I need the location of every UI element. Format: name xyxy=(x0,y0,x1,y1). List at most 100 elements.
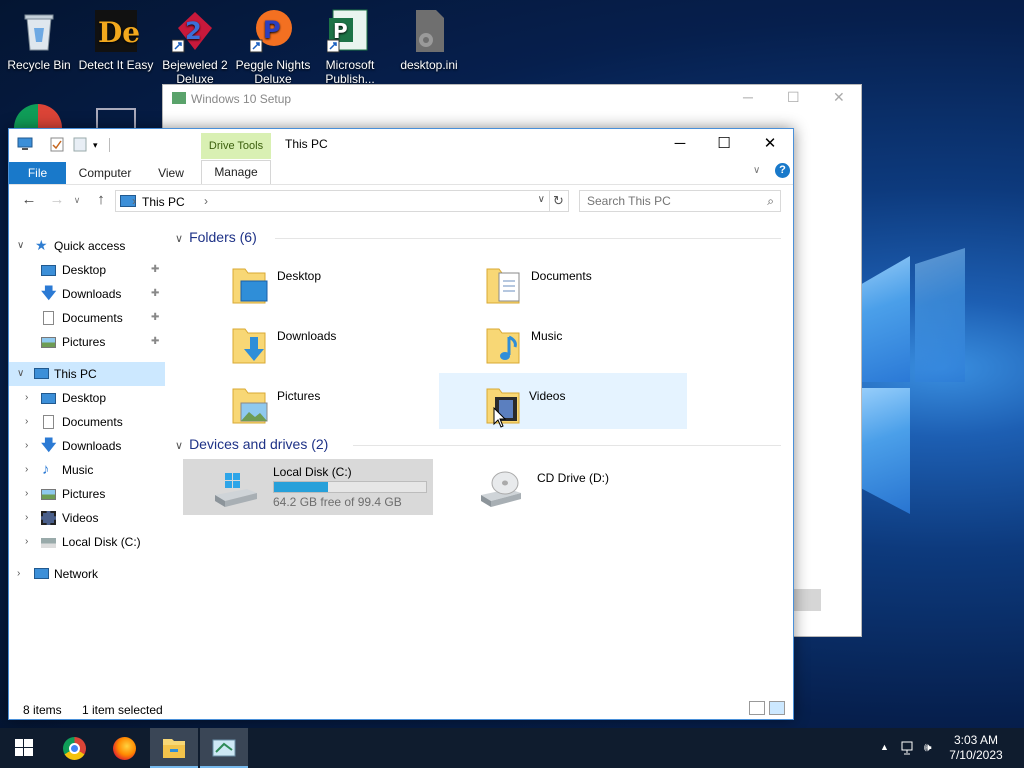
taskbar-chrome[interactable] xyxy=(50,728,98,768)
clock[interactable]: 3:03 AM 7/10/2023 xyxy=(944,733,1008,763)
svg-text:P: P xyxy=(333,19,348,43)
taskbar-windows-setup[interactable] xyxy=(200,728,248,768)
properties-icon[interactable] xyxy=(49,136,65,154)
setup-minimize-button[interactable]: ─ xyxy=(743,89,753,105)
expand-icon[interactable]: › xyxy=(25,530,28,554)
devices-divider xyxy=(353,445,781,446)
devices-group-header[interactable]: ∨ Devices and drives (2) xyxy=(175,436,328,452)
hard-drive-icon xyxy=(41,538,56,548)
expand-icon[interactable]: › xyxy=(25,434,28,458)
volume-icon[interactable]: 🕪 xyxy=(924,740,932,755)
address-bar[interactable]: This PC › › ∨ xyxy=(115,190,550,212)
clock-time: 3:03 AM xyxy=(953,733,999,747)
setup-close-button[interactable]: ✕ xyxy=(833,89,845,106)
start-button[interactable] xyxy=(0,728,48,768)
nav-pc-downloads[interactable]: › 🡇 Downloads xyxy=(9,434,165,458)
pin-icon[interactable]: ✚ xyxy=(151,330,159,354)
nav-network[interactable]: › Network xyxy=(9,562,165,586)
desktop-icon-desktop-ini[interactable]: desktop.ini xyxy=(391,8,467,72)
expand-icon[interactable]: › xyxy=(25,458,28,482)
taskbar-file-explorer[interactable] xyxy=(150,728,198,768)
nav-quick-desktop[interactable]: Desktop ✚ xyxy=(9,258,165,282)
new-folder-icon[interactable] xyxy=(73,136,87,154)
nav-quick-documents[interactable]: Documents ✚ xyxy=(9,306,165,330)
collapse-icon[interactable]: ∨ xyxy=(17,362,24,386)
expand-icon[interactable]: › xyxy=(25,410,28,434)
collapse-icon[interactable]: ∨ xyxy=(175,440,183,452)
nav-pc-desktop[interactable]: › Desktop xyxy=(9,386,165,410)
expand-icon[interactable]: › xyxy=(25,386,28,410)
desktop-icon-publisher[interactable]: P Microsoft Publish... xyxy=(312,8,388,86)
recycle-bin-icon xyxy=(16,8,62,54)
tab-computer[interactable]: Computer xyxy=(71,162,139,184)
refresh-button[interactable]: ↻ xyxy=(549,190,569,212)
clock-date: 7/10/2023 xyxy=(949,748,1003,762)
nav-quick-pictures[interactable]: Pictures ✚ xyxy=(9,330,165,354)
folder-videos[interactable]: Videos xyxy=(439,373,687,429)
back-button[interactable]: ← xyxy=(19,189,39,211)
folder-documents[interactable]: Documents xyxy=(475,257,725,313)
desktop-icon-chrome-partial[interactable] xyxy=(14,104,62,128)
file-gear-icon xyxy=(406,8,452,54)
nav-pc-videos[interactable]: › Videos xyxy=(9,506,165,530)
expand-ribbon-icon[interactable]: ∨ xyxy=(753,165,760,176)
expand-icon[interactable]: › xyxy=(25,506,28,530)
collapse-icon[interactable]: ∨ xyxy=(17,234,24,258)
help-icon[interactable]: ? xyxy=(775,163,790,178)
taskbar-firefox[interactable] xyxy=(100,728,148,768)
folder-music[interactable]: Music xyxy=(475,317,725,373)
breadcrumb-separator-icon[interactable]: › xyxy=(204,194,208,208)
collapse-icon[interactable]: ∨ xyxy=(175,233,183,245)
tab-view[interactable]: View xyxy=(149,162,193,184)
tab-manage[interactable]: Manage xyxy=(201,160,271,184)
folder-desktop[interactable]: Desktop xyxy=(221,257,471,313)
address-dropdown-icon[interactable]: ∨ xyxy=(538,194,545,205)
search-box[interactable]: ⌕ xyxy=(579,190,781,212)
folders-group-header[interactable]: ∨ Folders (6) xyxy=(175,229,257,245)
show-hidden-icons-icon[interactable]: ▲ xyxy=(880,742,889,752)
detect-it-easy-icon: De xyxy=(93,8,140,54)
desktop-icon-partial[interactable] xyxy=(96,108,136,128)
search-input[interactable] xyxy=(580,191,750,211)
nav-pc-documents[interactable]: › Documents xyxy=(9,410,165,434)
details-view-icon[interactable] xyxy=(749,701,765,715)
download-arrow-icon: 🡇 xyxy=(41,437,57,454)
file-explorer-window[interactable]: ▾ Drive Tools This PC ─ ☐ ✕ File Compute… xyxy=(8,128,794,720)
folder-pictures[interactable]: Pictures xyxy=(221,377,471,433)
svg-text:P: P xyxy=(263,16,281,44)
expand-icon[interactable]: › xyxy=(25,482,28,506)
close-button[interactable]: ✕ xyxy=(747,133,793,155)
nav-quick-access[interactable]: ∨ ★ Quick access xyxy=(9,234,165,258)
expand-icon[interactable]: › xyxy=(17,562,20,586)
setup-button[interactable] xyxy=(793,589,821,611)
desktop-icon-recycle-bin[interactable]: Recycle Bin xyxy=(1,8,77,72)
setup-maximize-button[interactable]: ☐ xyxy=(787,89,800,106)
breadcrumb-first-separator-icon[interactable]: › xyxy=(132,194,136,208)
recent-dropdown[interactable]: ∨ xyxy=(67,189,87,211)
desktop-icon-detect-it-easy[interactable]: De Detect It Easy xyxy=(78,8,154,72)
qat-dropdown-icon[interactable]: ▾ xyxy=(93,136,103,154)
pin-icon[interactable]: ✚ xyxy=(151,306,159,330)
desktop-icon-peggle[interactable]: P Peggle Nights Deluxe xyxy=(235,8,311,86)
pin-icon[interactable]: ✚ xyxy=(151,282,159,306)
folders-divider xyxy=(275,238,781,239)
forward-button[interactable]: → xyxy=(47,189,67,211)
drive-local-disk-c[interactable]: Local Disk (C:) 64.2 GB free of 99.4 GB xyxy=(183,459,433,515)
nav-pc-local-disk[interactable]: › Local Disk (C:) xyxy=(9,530,165,554)
maximize-button[interactable]: ☐ xyxy=(701,133,747,155)
drive-cd-d[interactable]: CD Drive (D:) xyxy=(441,459,691,515)
pin-icon[interactable]: ✚ xyxy=(151,258,159,282)
up-button[interactable]: ↑ xyxy=(91,189,111,211)
nav-pc-pictures[interactable]: › Pictures xyxy=(9,482,165,506)
folder-downloads[interactable]: Downloads xyxy=(221,317,471,373)
desktop-icon-bejeweled[interactable]: 2 Bejeweled 2 Deluxe xyxy=(157,8,233,86)
nav-quick-downloads[interactable]: 🡇 Downloads ✚ xyxy=(9,282,165,306)
nav-pc-music[interactable]: › ♪ Music xyxy=(9,458,165,482)
nav-this-pc[interactable]: ∨ This PC xyxy=(9,362,165,386)
downloads-folder-icon xyxy=(231,323,271,367)
network-status-icon[interactable] xyxy=(900,740,916,759)
large-icons-view-icon[interactable] xyxy=(769,701,785,715)
tab-file[interactable]: File xyxy=(9,162,66,184)
breadcrumb-this-pc[interactable]: This PC xyxy=(142,195,185,209)
minimize-button[interactable]: ─ xyxy=(657,133,703,155)
